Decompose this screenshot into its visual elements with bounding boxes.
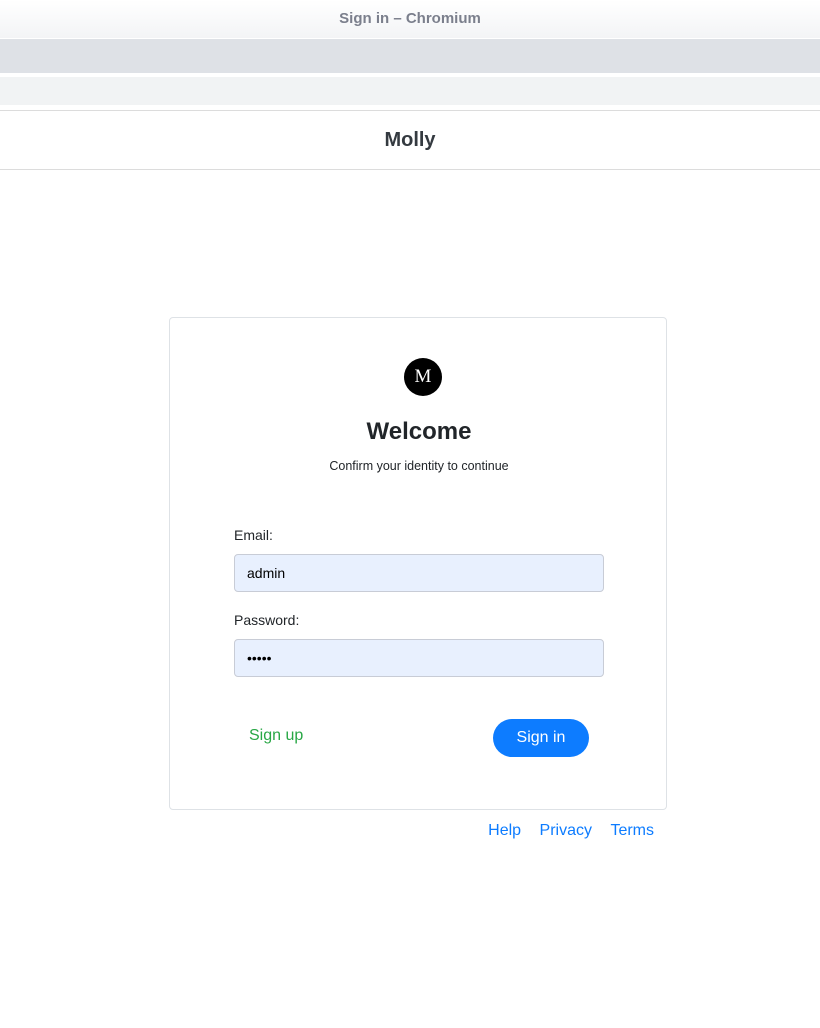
password-field[interactable] bbox=[234, 639, 604, 677]
help-link[interactable]: Help bbox=[488, 822, 521, 839]
terms-link[interactable]: Terms bbox=[610, 822, 654, 839]
browser-tab-strip[interactable] bbox=[0, 39, 820, 73]
signup-link[interactable]: Sign up bbox=[249, 727, 303, 745]
brand-logo: M bbox=[404, 358, 442, 396]
welcome-heading: Welcome bbox=[366, 418, 472, 445]
password-label: Password: bbox=[234, 612, 300, 628]
browser-toolbar[interactable] bbox=[0, 77, 820, 105]
signin-button[interactable]: Sign in bbox=[493, 719, 589, 757]
window-title: Sign in – Chromium bbox=[0, 0, 820, 38]
app-header: Molly bbox=[0, 110, 820, 170]
privacy-link[interactable]: Privacy bbox=[540, 822, 592, 839]
email-label: Email: bbox=[234, 527, 273, 543]
login-subtitle: Confirm your identity to continue bbox=[329, 459, 509, 473]
login-card: M Welcome Confirm your identity to conti… bbox=[169, 317, 667, 810]
email-field[interactable] bbox=[234, 554, 604, 592]
footer-links: Help Privacy Terms bbox=[474, 822, 654, 840]
app-name: Molly bbox=[384, 129, 436, 151]
